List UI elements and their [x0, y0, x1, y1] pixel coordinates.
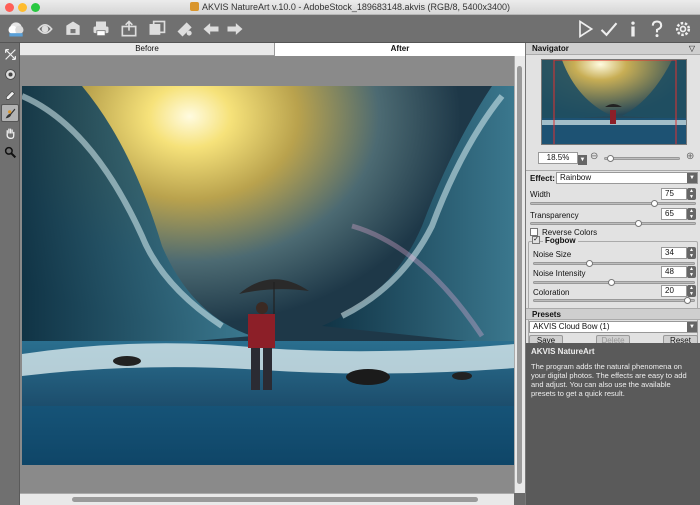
coloration-label: Coloration — [533, 288, 570, 297]
batch-icon[interactable] — [146, 18, 168, 40]
noise-size-label: Noise Size — [533, 250, 572, 259]
width-field[interactable]: 75 — [661, 188, 687, 200]
open-icon[interactable] — [34, 18, 56, 40]
fogbow-label: Fogbow — [543, 236, 578, 245]
chevron-down-icon: ▼ — [687, 322, 697, 332]
zoom-row: 18.5% ▼ ⊖ ⊕ — [530, 151, 698, 165]
width-slider[interactable] — [530, 200, 696, 207]
tab-before[interactable]: Before — [20, 43, 274, 56]
width-slider-knob[interactable] — [651, 200, 658, 207]
zoom-value[interactable]: 18.5% — [547, 153, 570, 162]
crop-icon[interactable] — [1, 45, 19, 63]
transparency-stepper[interactable]: ▲ ▼ — [687, 208, 696, 220]
toolbar — [0, 15, 700, 43]
coloration-field[interactable]: 20 — [661, 285, 687, 297]
zoom-slider[interactable] — [604, 155, 680, 162]
noise-size-slider-knob[interactable] — [586, 260, 593, 267]
tools-panel — [0, 43, 20, 505]
zoom-out-icon[interactable]: ⊖ — [590, 151, 598, 162]
collapse-icon[interactable]: ▽ — [689, 43, 695, 55]
noise-intensity-slider[interactable] — [533, 279, 695, 286]
brush-settings-icon[interactable] — [174, 18, 196, 40]
width-stepper[interactable]: ▲ ▼ — [687, 188, 696, 200]
apply-icon[interactable] — [598, 18, 620, 40]
noise-intensity-slider-knob[interactable] — [608, 279, 615, 286]
share-icon[interactable] — [118, 18, 140, 40]
zoom-icon[interactable] — [1, 143, 19, 161]
print-icon[interactable] — [90, 18, 112, 40]
presets-title: Presets — [526, 308, 700, 320]
save-icon[interactable] — [62, 18, 84, 40]
coloration-stepper[interactable]: ▲ ▼ — [687, 285, 696, 297]
settings-icon[interactable] — [672, 18, 694, 40]
effect-select[interactable]: Rainbow ▼ — [556, 172, 698, 184]
color-picker-icon[interactable] — [1, 65, 19, 83]
app-title-icon — [189, 2, 199, 11]
transparency-slider[interactable] — [530, 220, 696, 227]
title-bar: AKVIS NatureArt v.10.0 - AdobeStock_1896… — [0, 0, 700, 15]
info-text: The program adds the natural phenomena o… — [531, 362, 687, 398]
preset-value: AKVIS Cloud Bow (1) — [533, 322, 610, 331]
info-box: AKVIS NatureArt The program adds the nat… — [526, 343, 700, 505]
settings-panel: Navigator ▽ 18.5% ▼ ⊖ ⊕ Effect: Rainbow ▼ W… — [525, 43, 700, 505]
undo-arrow-icon[interactable] — [200, 18, 222, 40]
chevron-down-icon: ▼ — [687, 173, 697, 183]
zoom-in-icon[interactable]: ⊕ — [686, 151, 694, 162]
transparency-field[interactable]: 65 — [661, 208, 687, 220]
noise-size-field[interactable]: 34 — [661, 247, 687, 259]
help-icon[interactable] — [646, 18, 668, 40]
vertical-scroll-thumb[interactable] — [517, 66, 522, 484]
coloration-slider-knob[interactable] — [684, 297, 691, 304]
zoom-dropdown-icon[interactable]: ▼ — [578, 155, 587, 165]
info-icon[interactable] — [622, 18, 644, 40]
transparency-label: Transparency — [530, 211, 579, 220]
noise-intensity-label: Noise Intensity — [533, 269, 586, 278]
info-title: AKVIS NatureArt — [531, 347, 595, 356]
noise-intensity-stepper[interactable]: ▲ ▼ — [687, 266, 696, 278]
eraser-icon[interactable] — [1, 85, 19, 103]
app-logo-icon[interactable] — [3, 18, 29, 40]
zoom-slider-knob[interactable] — [607, 155, 614, 162]
navigator-title: Navigator — [532, 44, 569, 53]
noise-size-slider[interactable] — [533, 260, 695, 267]
effect-label: Effect: — [530, 174, 555, 183]
vertical-scrollbar[interactable] — [514, 56, 525, 493]
noise-intensity-field[interactable]: 48 — [661, 266, 687, 278]
coloration-slider[interactable] — [533, 297, 695, 304]
divider — [526, 170, 700, 171]
run-icon[interactable] — [574, 18, 596, 40]
width-label: Width — [530, 190, 551, 199]
hand-icon[interactable] — [1, 124, 19, 142]
transparency-slider-knob[interactable] — [635, 220, 642, 227]
photo-preview[interactable] — [22, 86, 515, 465]
noise-size-stepper[interactable]: ▲ ▼ — [687, 247, 696, 259]
tab-after[interactable]: After — [274, 43, 525, 56]
horizontal-scroll-thumb[interactable] — [72, 497, 478, 502]
presets-select[interactable]: AKVIS Cloud Bow (1) ▼ — [529, 321, 698, 333]
effect-value: Rainbow — [560, 173, 592, 182]
navigator-preview[interactable] — [541, 59, 687, 145]
fogbow-checkbox[interactable]: ✓ — [532, 236, 540, 244]
horizontal-scrollbar[interactable] — [20, 493, 514, 505]
reverse-colors-checkbox[interactable] — [530, 228, 538, 236]
redo-arrow-icon[interactable] — [224, 18, 246, 40]
view-tabs: Before After — [20, 43, 525, 56]
window-title: AKVIS NatureArt v.10.0 - AdobeStock_1896… — [201, 2, 511, 12]
effect-brush-icon[interactable] — [1, 104, 19, 122]
